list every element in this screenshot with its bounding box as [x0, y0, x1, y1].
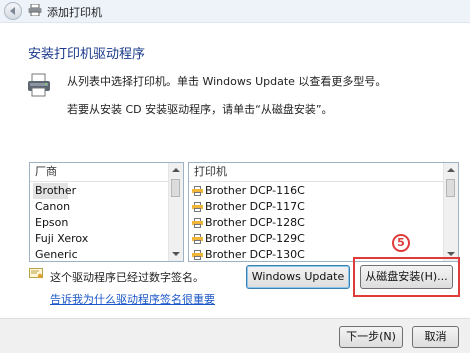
printer-item[interactable]: Brother DCP-116C [189, 183, 458, 199]
printer-small-icon [192, 186, 203, 196]
scroll-up-icon[interactable] [447, 168, 455, 172]
printer-item[interactable]: Brother DCP-128C [189, 215, 458, 231]
window-title: 添加打印机 [47, 6, 102, 19]
title-bar: 添加打印机 [0, 0, 470, 23]
printer-icon [28, 73, 50, 97]
printer-item-label: Brother DCP-128C [205, 216, 305, 229]
printer-title-icon [28, 4, 42, 16]
manufacturer-scrollbar[interactable] [168, 163, 183, 261]
windows-update-button[interactable]: Windows Update [246, 265, 350, 289]
next-button[interactable]: 下一步(N) [339, 326, 403, 348]
scroll-down-icon[interactable] [172, 252, 180, 256]
manufacturer-list-header: 厂商 [30, 163, 183, 182]
printer-small-icon [192, 250, 203, 260]
page-heading: 安装打印机驱动程序 [28, 47, 146, 62]
printer-item-label: Brother DCP-130C [205, 248, 305, 261]
manufacturer-item[interactable]: Brother [33, 183, 76, 199]
printer-list[interactable]: 打印机 Brother DCP-116C Brother DCP-117C Br… [188, 162, 459, 262]
add-printer-dialog: 添加打印机 安装打印机驱动程序 从列表中选择打印机。单击 Windows Upd… [0, 0, 470, 353]
signed-driver-text: 这个驱动程序已经过数字签名。 [50, 271, 204, 284]
back-arrow-icon[interactable] [4, 2, 22, 20]
printer-item-label: Brother DCP-129C [205, 232, 305, 245]
description-line-2: 若要从安装 CD 安装驱动程序，请单击“从磁盘安装”。 [67, 103, 333, 116]
printer-scrollbar[interactable] [443, 163, 458, 261]
printer-list-header: 打印机 [189, 163, 458, 182]
annotation-highlight [353, 257, 460, 297]
cancel-button[interactable]: 取消 [412, 326, 459, 348]
manufacturer-item[interactable]: Canon [30, 199, 163, 215]
printer-small-icon [192, 234, 203, 244]
scroll-thumb[interactable] [446, 179, 455, 197]
manufacturer-item[interactable]: Generic [30, 247, 163, 261]
scroll-up-icon[interactable] [172, 168, 180, 172]
printer-item[interactable]: Brother DCP-117C [189, 199, 458, 215]
printer-item-label: Brother DCP-117C [205, 200, 305, 213]
manufacturer-item[interactable]: Epson [30, 215, 163, 231]
printer-item[interactable]: Brother DCP-129C [189, 231, 458, 247]
signing-importance-link[interactable]: 告诉我为什么驱动程序签名很重要 [50, 291, 215, 307]
printer-small-icon [192, 202, 203, 212]
step-badge: 5 [392, 234, 410, 252]
printer-item-label: Brother DCP-116C [205, 184, 305, 197]
printer-small-icon [192, 218, 203, 228]
scroll-thumb[interactable] [171, 179, 180, 197]
manufacturer-list[interactable]: 厂商 Brother Canon Epson Fuji Xerox Generi… [29, 162, 184, 262]
manufacturer-item[interactable]: Fuji Xerox [30, 231, 163, 247]
certificate-icon [29, 268, 43, 279]
scroll-down-icon[interactable] [447, 252, 455, 256]
description-line-1: 从列表中选择打印机。单击 Windows Update 以查看更多型号。 [67, 75, 387, 88]
